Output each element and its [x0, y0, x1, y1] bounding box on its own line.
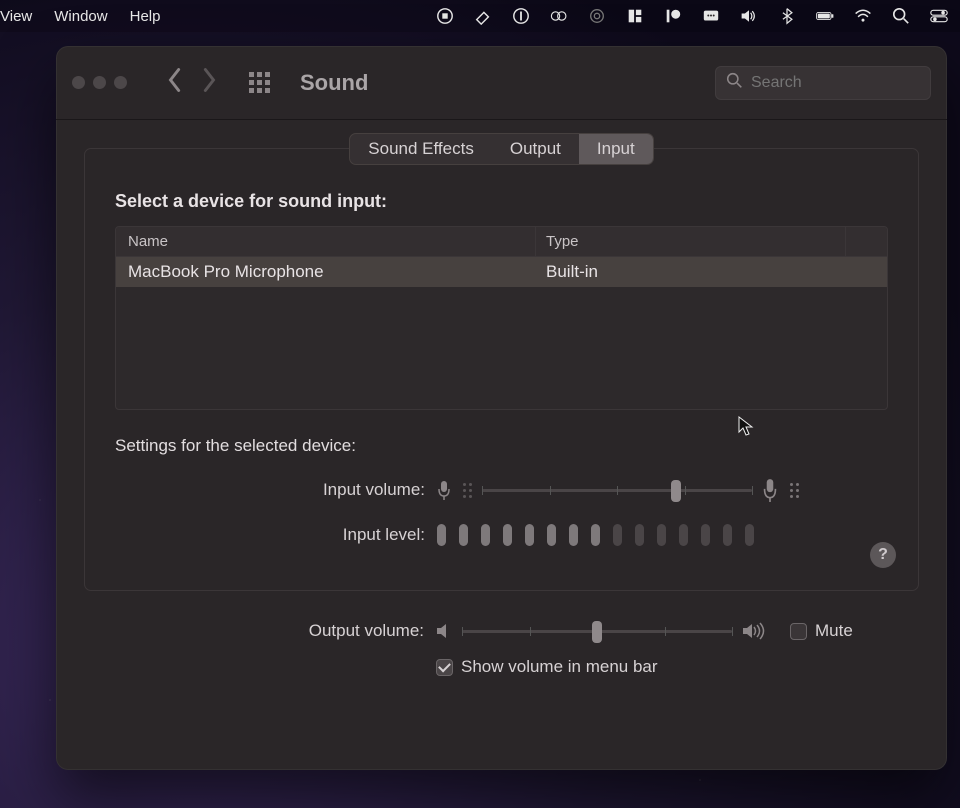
input-level-row: Input level: [85, 524, 918, 546]
forward-button[interactable] [201, 66, 219, 99]
preferences-window: Sound Sound Effects Output Input Select … [56, 46, 947, 770]
mic-small-icon [437, 479, 451, 501]
level-pill [745, 524, 754, 546]
menu-view[interactable]: View [0, 8, 32, 25]
show-all-button[interactable] [249, 72, 270, 93]
output-volume-label: Output volume: [84, 621, 436, 641]
menubar-left: View Window Help [0, 8, 160, 25]
mic-large-dots-icon [790, 483, 799, 498]
table-header: Name Type [116, 227, 887, 257]
traffic-lights [72, 76, 127, 89]
spotlight-search-icon[interactable] [892, 7, 910, 25]
mute-checkbox[interactable] [790, 623, 807, 640]
search-icon [726, 72, 743, 94]
col-type[interactable]: Type [536, 227, 846, 256]
level-pill [679, 524, 688, 546]
menubar: View Window Help [0, 0, 960, 32]
output-volume-slider[interactable] [462, 621, 732, 641]
level-pill [635, 524, 644, 546]
input-level-label: Input level: [85, 525, 437, 545]
control-center-icon[interactable] [930, 7, 948, 25]
input-volume-control [437, 478, 799, 502]
mute-control[interactable]: Mute [790, 621, 853, 641]
level-pill [723, 524, 732, 546]
creative-cloud-icon[interactable] [550, 7, 568, 25]
level-pill [503, 524, 512, 546]
target-icon[interactable] [588, 7, 606, 25]
mute-label: Mute [815, 621, 853, 641]
back-button[interactable] [165, 66, 183, 99]
speaker-low-icon [436, 622, 452, 640]
input-level-meter [437, 524, 754, 546]
nav-arrows [165, 66, 219, 99]
zoom-button[interactable] [114, 76, 127, 89]
level-pill [569, 524, 578, 546]
volume-icon[interactable] [740, 7, 758, 25]
level-pill [701, 524, 710, 546]
settings-heading: Settings for the selected device: [115, 436, 918, 456]
menu-window[interactable]: Window [54, 8, 107, 25]
menubar-status-icons [436, 7, 948, 25]
tab-sound-effects[interactable]: Sound Effects [350, 134, 492, 164]
level-pill [525, 524, 534, 546]
level-pill [591, 524, 600, 546]
messages-icon[interactable] [702, 7, 720, 25]
show-in-menubar-control[interactable]: Show volume in menu bar [436, 657, 658, 677]
search-box[interactable] [715, 66, 931, 100]
titlebar: Sound [56, 46, 947, 120]
show-in-menubar-checkbox[interactable] [436, 659, 453, 676]
level-pill [657, 524, 666, 546]
level-pill [459, 524, 468, 546]
input-device-table: Name Type MacBook Pro Microphone Built-i… [115, 226, 888, 410]
window-title: Sound [300, 70, 368, 96]
output-volume-control: Mute [436, 621, 853, 641]
tab-output[interactable]: Output [492, 134, 579, 164]
tab-input[interactable]: Input [579, 134, 653, 164]
close-button[interactable] [72, 76, 85, 89]
input-volume-slider[interactable] [482, 480, 752, 500]
table-row[interactable]: MacBook Pro Microphone Built-in [116, 257, 887, 287]
sound-panel: Sound Effects Output Input Select a devi… [84, 148, 919, 591]
onepassword-icon[interactable] [512, 7, 530, 25]
speaker-high-icon [742, 621, 766, 641]
input-device-heading: Select a device for sound input: [115, 191, 918, 212]
patreon-icon[interactable] [664, 7, 682, 25]
level-pill [547, 524, 556, 546]
panels-icon[interactable] [626, 7, 644, 25]
battery-icon[interactable] [816, 7, 834, 25]
minimize-button[interactable] [93, 76, 106, 89]
mic-large-icon [762, 478, 778, 502]
tabstrip: Sound Effects Output Input [349, 133, 653, 165]
level-pill [481, 524, 490, 546]
show-in-menubar-row: Show volume in menu bar [84, 657, 919, 677]
output-volume-row: Output volume: Mute [84, 621, 919, 641]
show-in-menubar-label: Show volume in menu bar [461, 657, 658, 677]
col-name[interactable]: Name [116, 227, 536, 256]
settings-form: Input volume: [85, 478, 918, 546]
device-type: Built-in [536, 262, 887, 282]
menu-help[interactable]: Help [130, 8, 161, 25]
search-input[interactable] [751, 74, 920, 92]
footer: Output volume: Mute [84, 621, 919, 677]
bluetooth-icon[interactable] [778, 7, 796, 25]
mic-small-dots-icon [463, 483, 472, 498]
level-pill [613, 524, 622, 546]
level-pill [437, 524, 446, 546]
input-volume-label: Input volume: [85, 480, 437, 500]
eraser-icon[interactable] [474, 7, 492, 25]
record-stop-icon[interactable] [436, 7, 454, 25]
device-name: MacBook Pro Microphone [116, 262, 536, 282]
input-volume-row: Input volume: [85, 478, 918, 502]
wifi-icon[interactable] [854, 7, 872, 25]
tabs: Sound Effects Output Input [85, 133, 918, 165]
help-button[interactable]: ? [870, 542, 896, 568]
